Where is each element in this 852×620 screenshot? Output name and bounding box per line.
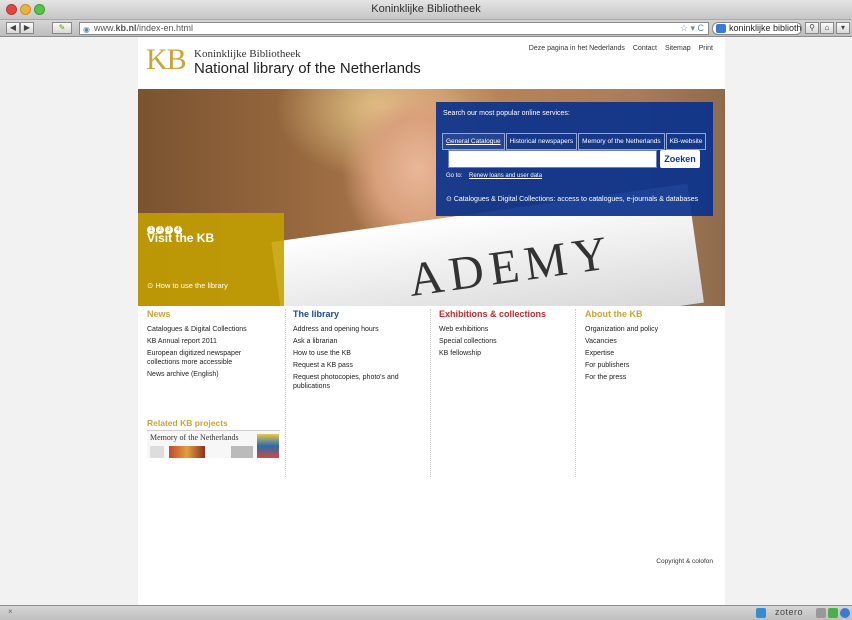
zoeken-button[interactable]: Zoeken (660, 150, 700, 168)
list-item[interactable]: Vacancies (585, 337, 723, 346)
column-divider (575, 309, 576, 477)
url-prefix: www. (94, 23, 116, 33)
list-item[interactable]: For the press (585, 373, 723, 382)
page-viewport: Deze pagina in het Nederlands Contact Si… (0, 37, 852, 605)
search-value: koninklijke bibliotheek (729, 23, 802, 33)
memory-of-netherlands-banner[interactable]: Memory of the Netherlands (147, 430, 280, 458)
thumbnail-image (231, 446, 253, 458)
pencil-icon: ✎ (58, 23, 66, 32)
column-title: Exhibitions & collections (439, 309, 547, 319)
list-item[interactable]: Address and opening hours (293, 325, 431, 334)
kb-logo[interactable]: KB (146, 43, 187, 77)
column-divider (285, 309, 286, 477)
browser-toolbar: ◀ ▶ ✎ ◉ www.kb.nl/index-en.html ☆ ▾ C ko… (0, 20, 852, 37)
catalogues-label: Catalogues & Digital Collections: access… (453, 196, 699, 203)
top-links: Deze pagina in het Nederlands Contact Si… (523, 45, 713, 52)
zotero-button[interactable]: zotero (775, 607, 803, 617)
forward-button[interactable]: ▶ (20, 22, 34, 34)
home-icon[interactable]: ⌂ (820, 22, 834, 34)
services-search-input[interactable] (448, 150, 657, 168)
globe-icon: ◉ (83, 25, 90, 34)
circle-arrow-icon: ⊙ (446, 196, 454, 203)
column-exhibitions: Exhibitions & collections Web exhibition… (439, 309, 577, 361)
tab-general-catalogue[interactable]: General Catalogue (442, 133, 505, 150)
list-item[interactable]: Catalogues & Digital Collections (147, 325, 285, 334)
menu-icon[interactable]: ▾ (836, 22, 850, 34)
renew-loans-link[interactable]: Renew loans and user data (469, 173, 542, 179)
status-bar: × zotero (0, 605, 852, 620)
back-button[interactable]: ◀ (6, 22, 20, 34)
list-item[interactable]: News archive (English) (147, 370, 285, 379)
addon-icon[interactable] (756, 608, 766, 618)
column-title: News (147, 309, 171, 319)
tab-historical-newspapers[interactable]: Historical newspapers (505, 133, 578, 150)
list-item[interactable]: Organization and policy (585, 325, 723, 334)
copyright-link[interactable]: Copyright & colofon (656, 558, 713, 565)
bookmark-button[interactable]: ✎ (52, 22, 72, 34)
pop-art-image (257, 434, 279, 458)
search-engine-icon (716, 24, 726, 33)
window-titlebar: Koninklijke Bibliotheek (0, 0, 852, 20)
url-path: /index-en.html (136, 23, 194, 33)
column-about: About the KB Organization and policy Vac… (585, 309, 723, 385)
link-print[interactable]: Print (699, 45, 713, 52)
tab-kb-website[interactable]: KB-website (665, 133, 707, 150)
window-title: Koninklijke Bibliotheek (371, 3, 481, 15)
list-item[interactable]: Special collections (439, 337, 577, 346)
memory-title: Memory of the Netherlands (150, 433, 239, 442)
goto-label: Go to: (446, 173, 463, 179)
star-icon[interactable]: ☆ ▾ C (680, 23, 704, 34)
how-to-use-link[interactable]: ⊙ How to use the library (147, 281, 228, 290)
thumbnail-image (150, 446, 164, 458)
column-news: News Catalogues & Digital Collections KB… (147, 309, 285, 382)
related-projects-title: Related KB projects (147, 418, 228, 428)
column-library: The library Address and opening hours As… (293, 309, 431, 394)
goto-line: Go to: Renew loans and user data (446, 173, 542, 179)
visit-panel[interactable]: 1234 Visit the KB ⊙ How to use the libra… (138, 213, 284, 306)
close-icon[interactable]: × (8, 607, 13, 616)
tab-memory-netherlands[interactable]: Memory of the Netherlands (578, 133, 665, 150)
list-item[interactable]: European digitized newspaper collections… (147, 349, 257, 367)
logo-subtitle: Koninklijke Bibliotheek (194, 48, 301, 60)
list-item[interactable]: How to use the KB (293, 349, 431, 358)
list-item[interactable]: Expertise (585, 349, 723, 358)
magnifier-icon[interactable]: ⚲ (805, 22, 819, 34)
services-tabs: General Catalogue Historical newspapers Me… (442, 130, 707, 150)
list-item[interactable]: Ask a librarian (293, 337, 431, 346)
how-to-use-label: How to use the library (155, 281, 228, 290)
column-title: The library (293, 309, 340, 319)
page-content: Deze pagina in het Nederlands Contact Si… (138, 37, 725, 605)
lock-icon[interactable] (828, 608, 838, 618)
list-item[interactable]: For publishers (585, 361, 723, 370)
list-item[interactable]: Web exhibitions (439, 325, 577, 334)
list-item[interactable]: KB Annual report 2011 (147, 337, 285, 346)
services-search-panel: Search our most popular online services:… (436, 102, 713, 216)
column-divider (430, 309, 431, 477)
list-item[interactable]: Request photocopies, photo's and publica… (293, 373, 418, 391)
link-dutch[interactable]: Deze pagina in het Nederlands (529, 45, 625, 52)
visit-title[interactable]: Visit the KB (147, 231, 214, 245)
feed-icon[interactable] (816, 608, 826, 618)
catalogues-link[interactable]: ⊙ Catalogues & Digital Collections: acce… (446, 195, 698, 203)
hero-banner[interactable]: ADEMY 1234 Visit the KB ⊙ How to use the… (138, 89, 725, 306)
link-contact[interactable]: Contact (633, 45, 657, 52)
url-bar[interactable]: ◉ www.kb.nl/index-en.html ☆ ▾ C (79, 22, 709, 35)
url-domain: kb.nl (115, 23, 137, 33)
list-item[interactable]: KB fellowship (439, 349, 577, 358)
thumbnail-image (169, 446, 205, 458)
list-item[interactable]: Request a KB pass (293, 361, 431, 370)
search-input[interactable]: koninklijke bibliotheek (712, 22, 802, 35)
sync-icon[interactable] (840, 608, 850, 618)
back-arrow-icon: ◀ (9, 23, 17, 32)
column-title: About the KB (585, 309, 643, 319)
forward-arrow-icon: ▶ (23, 23, 31, 32)
link-sitemap[interactable]: Sitemap (665, 45, 691, 52)
services-title: Search our most popular online services: (443, 110, 570, 117)
logo-title: National library of the Netherlands (194, 60, 421, 77)
